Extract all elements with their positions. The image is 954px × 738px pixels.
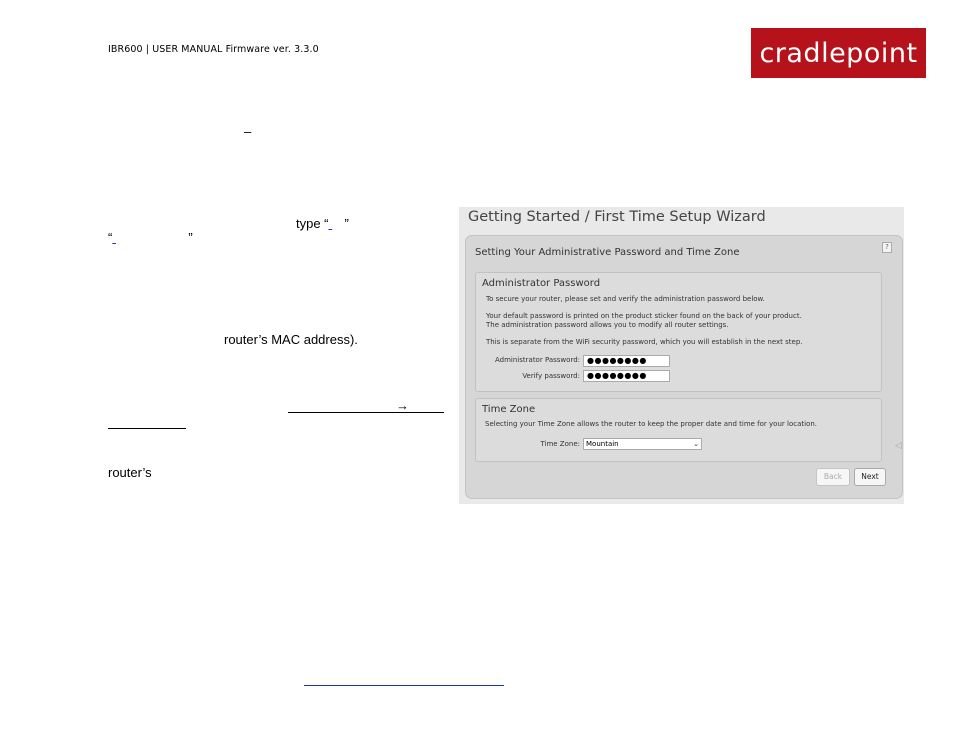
admin-line-3: The administration password allows you t… xyxy=(486,321,729,329)
arrow-glyph: → xyxy=(396,398,409,413)
verify-password-label: Verify password: xyxy=(522,372,580,380)
help-icon[interactable]: ? xyxy=(882,242,892,253)
time-zone-section: Time Zone Selecting your Time Zone allow… xyxy=(475,398,882,462)
password-link[interactable] xyxy=(112,230,188,245)
underline-segment xyxy=(288,412,444,413)
dash-text: – xyxy=(244,124,252,139)
time-zone-select[interactable]: Mountain ⌄ xyxy=(583,438,702,450)
type-instruction-text: type “ ” xyxy=(296,216,349,231)
scroll-arrow-icon: ◁ xyxy=(895,440,902,450)
next-button[interactable]: Next xyxy=(854,468,886,486)
wizard-card: Setting Your Administrative Password and… xyxy=(465,235,903,499)
wizard-title: Getting Started / First Time Setup Wizar… xyxy=(468,209,766,225)
hyperlink-underline[interactable] xyxy=(304,685,504,686)
verify-password-input[interactable]: ●●●●●●●● xyxy=(583,370,670,382)
mac-address-text: router’s MAC address). xyxy=(224,332,358,347)
document-header-title: IBR600 | USER MANUAL Firmware ver. 3.3.0 xyxy=(108,44,319,55)
admin-password-input[interactable]: ●●●●●●●● xyxy=(583,355,670,367)
admin-line-1: To secure your router, please set and ve… xyxy=(486,295,765,303)
quoted-password-text: “ ” xyxy=(108,230,193,245)
admin-line-2: Your default password is printed on the … xyxy=(486,312,802,320)
underline-segment-2 xyxy=(108,428,186,429)
time-zone-value: Mountain xyxy=(586,440,619,448)
admin-line-4: This is separate from the WiFi security … xyxy=(486,338,803,346)
chevron-down-icon: ⌄ xyxy=(693,440,699,448)
admin-password-section: Administrator Password To secure your ro… xyxy=(475,272,882,392)
logo-text: cradlepoint xyxy=(759,37,918,69)
back-button[interactable]: Back xyxy=(816,468,850,486)
username-link[interactable] xyxy=(329,216,345,231)
wizard-subtitle: Setting Your Administrative Password and… xyxy=(475,247,740,258)
routers-text: router’s xyxy=(108,465,152,480)
time-zone-description: Selecting your Time Zone allows the rout… xyxy=(485,420,817,428)
admin-password-heading: Administrator Password xyxy=(482,278,601,289)
setup-wizard-screenshot: Getting Started / First Time Setup Wizar… xyxy=(459,207,904,504)
time-zone-label: Time Zone: xyxy=(540,440,580,448)
cradlepoint-logo: cradlepoint xyxy=(751,28,926,78)
time-zone-heading: Time Zone xyxy=(482,404,536,415)
admin-password-label: Administrator Password: xyxy=(495,356,580,364)
